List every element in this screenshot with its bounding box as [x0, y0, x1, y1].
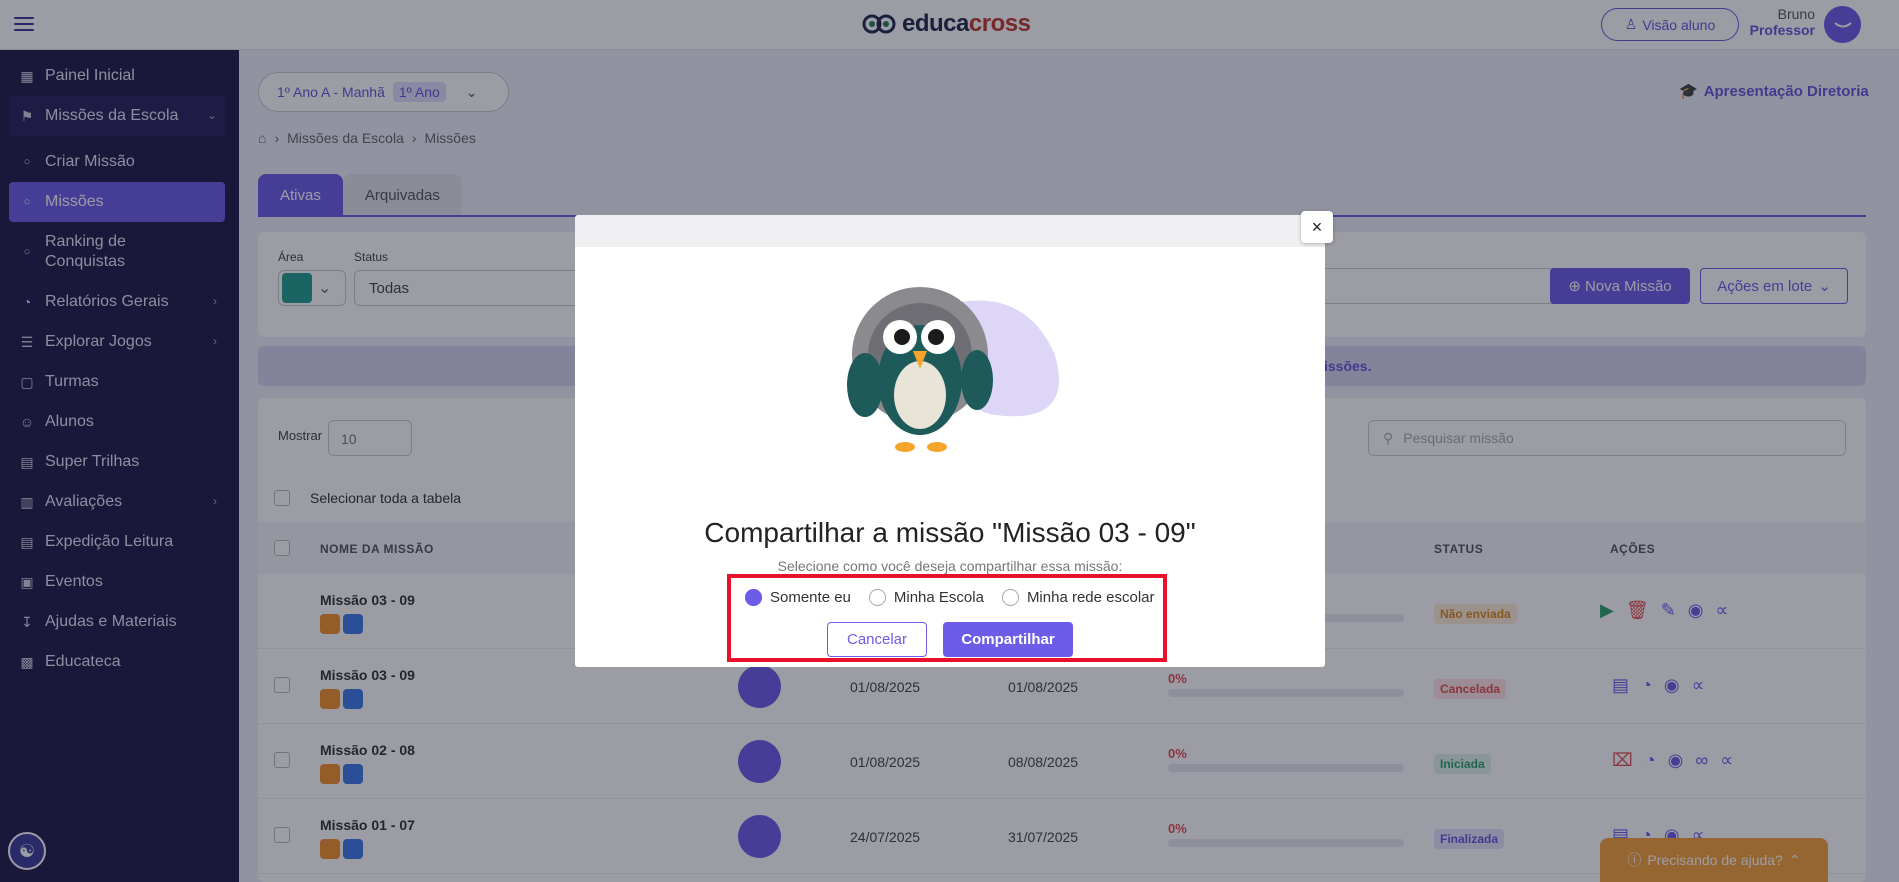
owl-gear-illustration [847, 287, 1059, 452]
highlight-box [727, 574, 1167, 662]
close-button[interactable]: × [1301, 211, 1333, 243]
modal-title: Compartilhar a missão "Missão 03 - 09" [704, 517, 1196, 548]
modal-subtitle: Selecione como você deseja compartilhar … [777, 558, 1123, 574]
modal-header [575, 215, 1325, 247]
